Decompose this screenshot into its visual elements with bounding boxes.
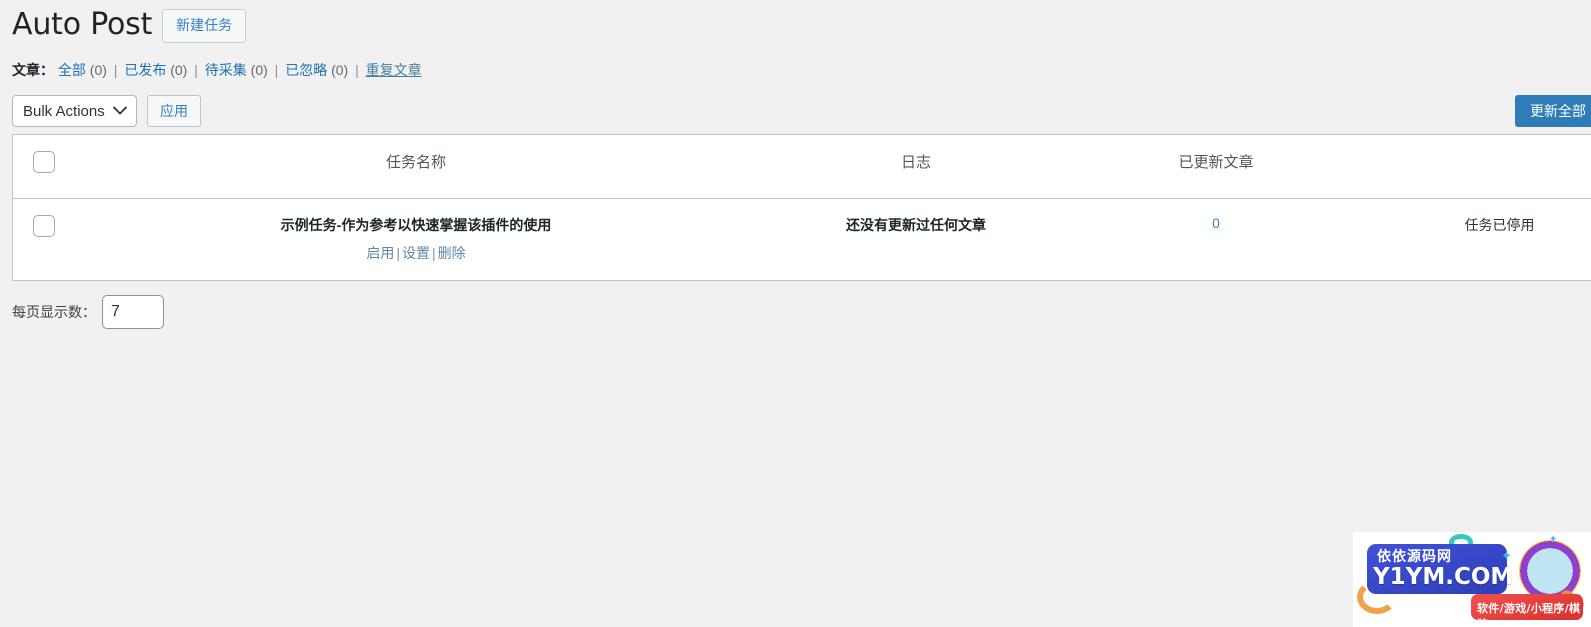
row-action-enable[interactable]: 启用 (366, 245, 394, 261)
filter-separator: | (113, 62, 118, 78)
row-actions: 启用 | 设置 | 删除 (81, 242, 751, 264)
bulk-actions-wrapper[interactable]: Bulk Actions (12, 95, 137, 127)
column-header-updated-count[interactable]: 已更新文章 (1071, 135, 1361, 199)
tasks-table-body: 示例任务-作为参考以快速掌握该插件的使用 启用 | 设置 | 删除 还没有更新过任何文章… (13, 199, 1591, 280)
watermark-sparkle-icon-2: ✦ (1549, 534, 1558, 545)
row-action-delete[interactable]: 删除 (438, 245, 466, 261)
updated-count-link[interactable]: 0 (1212, 215, 1220, 231)
per-page-control: 每页显示数： (12, 295, 1591, 330)
filter-item-published[interactable]: 已发布 (0) | (124, 62, 204, 78)
per-page-input[interactable] (102, 295, 164, 330)
apply-button[interactable]: 应用 (147, 95, 201, 127)
filter-link-ignored[interactable]: 已忽略 (285, 62, 327, 78)
select-all-checkbox[interactable] (33, 151, 55, 173)
row-select-checkbox[interactable] (33, 215, 55, 237)
filter-prefix-label: 文章 (12, 62, 40, 78)
filter-count-all: (0) (89, 62, 107, 78)
page-title: Auto Post (12, 7, 153, 43)
filter-count-pending: (0) (250, 62, 268, 78)
tasks-table: 任务名称 日志 已更新文章 示例任务-作为参考以快速掌握该插件的使用 启用 | 设置… (12, 134, 1591, 282)
filter-link-all[interactable]: 全部 (58, 62, 86, 78)
task-title[interactable]: 示例任务-作为参考以快速掌握该插件的使用 (81, 215, 751, 236)
filter-link-pending[interactable]: 待采集 (205, 62, 247, 78)
table-row: 示例任务-作为参考以快速掌握该插件的使用 启用 | 设置 | 删除 还没有更新过任何文章… (13, 199, 1591, 280)
row-updated-count-cell: 0 (1071, 199, 1361, 280)
filter-separator: | (194, 62, 198, 78)
row-action-separator: | (432, 245, 436, 261)
update-all-button[interactable]: 更新全部 (1515, 95, 1591, 127)
filter-count-ignored: (0) (331, 62, 349, 78)
watermark-site-domain: Y1YM.COM (1373, 564, 1514, 590)
row-action-settings[interactable]: 设置 (402, 245, 430, 261)
filter-separator: | (355, 62, 359, 78)
row-task-name-cell: 示例任务-作为参考以快速掌握该插件的使用 启用 | 设置 | 删除 (71, 199, 761, 280)
filter-item-duplicate[interactable]: 重复文章 (366, 62, 422, 78)
task-state-label: 任务已停用 (1464, 217, 1535, 233)
site-watermark: 依依源码网 Y1YM.COM 软件/游戏/小程序/棋牌 ✦ ✦ (1353, 532, 1591, 627)
watermark-sparkle-icon: ✦ (1501, 548, 1512, 563)
row-state-cell: 任务已停用 (1361, 199, 1591, 280)
filter-prefix-colon: ： (40, 62, 54, 78)
per-page-label: 每页显示数： (12, 304, 96, 321)
filter-item-pending[interactable]: 待采集 (0) | (205, 62, 285, 78)
post-status-filter-list: 文章： 全部 (0) | 已发布 (0) | 待采集 (0) | 已忽略 (0)… (12, 56, 1591, 84)
filter-item-ignored[interactable]: 已忽略 (0) | (285, 62, 365, 78)
watermark-tagline: 软件/游戏/小程序/棋牌 (1477, 602, 1581, 627)
filter-count-published: (0) (170, 62, 188, 78)
filter-item-all[interactable]: 全部 (0) | (58, 62, 124, 78)
watermark-graphic: 依依源码网 Y1YM.COM 软件/游戏/小程序/棋牌 ✦ ✦ (1353, 532, 1591, 627)
table-header-row: 任务名称 日志 已更新文章 (13, 135, 1591, 199)
watermark-site-name-cn: 依依源码网 (1377, 549, 1452, 565)
row-select-cell (13, 199, 71, 280)
bulk-actions-select[interactable]: Bulk Actions (12, 95, 137, 127)
table-nav-top: Bulk Actions 应用 更新全部 (0, 88, 1591, 134)
filter-separator: | (274, 62, 279, 78)
filter-link-duplicate[interactable]: 重复文章 (366, 62, 422, 78)
row-log-cell: 还没有更新过任何文章 (761, 199, 1071, 280)
new-task-button[interactable]: 新建任务 (162, 9, 247, 43)
select-all-header (13, 135, 71, 199)
column-header-state (1361, 135, 1591, 199)
column-header-task-name[interactable]: 任务名称 (71, 135, 761, 199)
column-header-log[interactable]: 日志 (761, 135, 1071, 199)
filter-link-published[interactable]: 已发布 (124, 62, 166, 78)
row-action-separator: | (396, 245, 400, 261)
page-header: Auto Post 新建任务 (0, 0, 1591, 46)
filter-prefix-item: 文章： (12, 62, 58, 78)
tasks-table-head: 任务名称 日志 已更新文章 (13, 135, 1591, 199)
task-log-text: 还没有更新过任何文章 (846, 217, 986, 233)
